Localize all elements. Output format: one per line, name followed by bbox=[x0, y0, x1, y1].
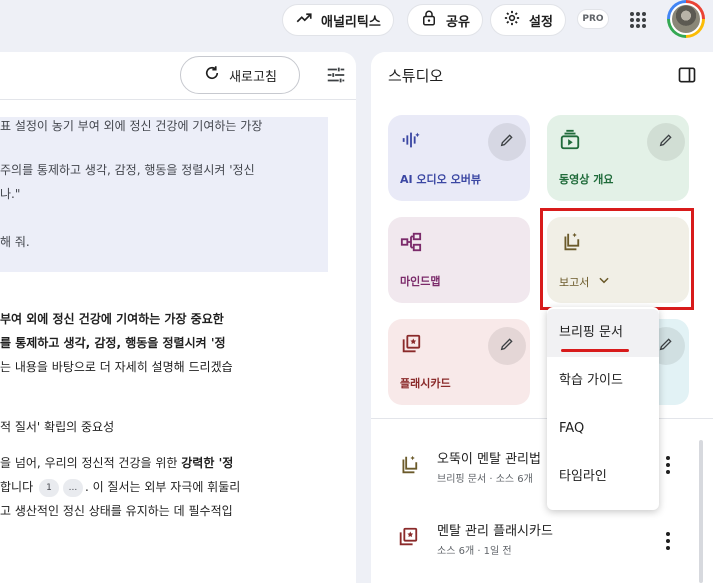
collapse-panel-icon[interactable] bbox=[677, 65, 697, 85]
answer-line: 는 내용을 바탕으로 더 자세히 설명해 드리겠습 bbox=[0, 360, 233, 374]
question-line: 나." bbox=[0, 187, 21, 201]
mindmap-label: 마인드맵 bbox=[400, 275, 441, 288]
chat-panel: 새로고침 표 설정이 농기 부여 외에 정신 건강에 기여하는 가장 주의를 통… bbox=[0, 52, 356, 583]
pencil-icon bbox=[658, 132, 674, 152]
video-overview-card[interactable]: 동영상 개요 bbox=[547, 115, 689, 201]
analytics-button[interactable]: 애널리틱스 bbox=[282, 4, 394, 36]
question-line: 표 설정이 농기 부여 외에 정신 건강에 기여하는 가장 bbox=[0, 119, 263, 133]
flashcards-label: 플래시카드 bbox=[400, 377, 451, 390]
answer-line: 를 통제하고 생각, 감정, 행동을 정렬시켜 '정 bbox=[0, 334, 226, 351]
avatar-photo bbox=[670, 3, 702, 35]
tune-icon[interactable] bbox=[325, 64, 347, 86]
citation-more-chip[interactable]: ... bbox=[62, 478, 83, 497]
audio-overview-card[interactable]: AI 오디오 오버뷰 bbox=[388, 115, 530, 201]
question-line: 해 줘. bbox=[0, 235, 30, 249]
scrollbar[interactable] bbox=[699, 440, 703, 583]
avatar[interactable] bbox=[667, 0, 705, 38]
refresh-label: 새로고침 bbox=[229, 69, 277, 85]
refresh-button[interactable]: 새로고침 bbox=[180, 56, 300, 94]
user-question-box: 표 설정이 농기 부여 외에 정신 건강에 기여하는 가장 주의를 통제하고 생… bbox=[0, 117, 328, 272]
report-type-menu: 브리핑 문서 학습 가이드 FAQ 타임라인 bbox=[547, 307, 659, 510]
menu-item-timeline[interactable]: 타임라인 bbox=[547, 453, 659, 501]
answer-text: 를 통제하고 생각, 감정, 행동을 정렬시켜 '정 bbox=[0, 336, 226, 350]
note-meta: 브리핑 문서 · 소스 6개 bbox=[437, 474, 533, 485]
pencil-icon bbox=[499, 132, 515, 152]
answer-line: 합니다 1.... 이 질서는 외부 자극에 휘둘리 bbox=[0, 478, 240, 497]
edit-button[interactable] bbox=[647, 123, 685, 161]
flashcards-icon bbox=[397, 526, 419, 548]
menu-item-study-guide[interactable]: 학습 가이드 bbox=[547, 357, 659, 405]
answer-text: . 이 질서는 외부 자극에 휘둘리 bbox=[84, 480, 241, 494]
answer-line: 부여 외에 정신 건강에 기여하는 가장 중요한 bbox=[0, 310, 224, 327]
pro-badge: PRO bbox=[577, 9, 609, 29]
lock-icon bbox=[420, 9, 438, 31]
answer-bold-text: 강력한 '정 bbox=[181, 456, 234, 470]
settings-label: 설정 bbox=[529, 14, 553, 30]
edit-button[interactable] bbox=[488, 123, 526, 161]
studio-panel: 스튜디오 AI 오디오 오버뷰 동영상 개요 마인드맵 보고서 플래시카드 오뚝… bbox=[371, 52, 713, 583]
top-bar: 애널리틱스 공유 설정 PRO bbox=[0, 0, 713, 42]
more-vert-icon[interactable] bbox=[659, 530, 677, 552]
settings-button[interactable]: 설정 bbox=[490, 4, 566, 36]
share-label: 공유 bbox=[446, 14, 470, 30]
mindmap-icon bbox=[400, 231, 422, 253]
more-vert-icon[interactable] bbox=[659, 454, 677, 476]
pencil-icon bbox=[658, 336, 674, 356]
note-item[interactable]: 멘탈 관리 플래시카드 소스 6개 · 1일 전 bbox=[391, 520, 691, 570]
question-line: 주의를 통제하고 생각, 감정, 행동을 정렬시켜 '정신 bbox=[0, 163, 255, 177]
edit-button[interactable] bbox=[488, 327, 526, 365]
gear-icon bbox=[503, 9, 521, 31]
flashcards-card[interactable]: 플래시카드 bbox=[388, 319, 530, 405]
note-title: 오뚝이 멘탈 관리법 bbox=[437, 452, 541, 467]
studio-title: 스튜디오 bbox=[388, 67, 444, 85]
answer-line: 고 생산적인 정신 상태를 유지하는 데 필수적입 bbox=[0, 504, 233, 518]
answer-text: 합니다 bbox=[0, 480, 37, 494]
audio-wave-icon bbox=[400, 129, 422, 151]
trending-up-icon bbox=[295, 9, 313, 31]
highlight-underline bbox=[561, 349, 629, 352]
answer-heading: 적 질서' 확립의 중요성 bbox=[0, 420, 115, 434]
report-icon bbox=[397, 454, 419, 476]
apps-grid-icon[interactable] bbox=[626, 8, 650, 32]
answer-text: 부여 외에 정신 건강에 기여하는 가장 중요한 bbox=[0, 312, 224, 326]
answer-line: 을 넘어, 우리의 정신적 건강을 위한 강력한 '정 bbox=[0, 454, 233, 471]
answer-text: 을 넘어, 우리의 정신적 건강을 위한 bbox=[0, 456, 182, 470]
mindmap-card[interactable]: 마인드맵 bbox=[388, 217, 530, 303]
highlight-box bbox=[540, 208, 694, 310]
flashcards-icon bbox=[400, 333, 422, 355]
note-meta: 소스 6개 · 1일 전 bbox=[437, 546, 512, 557]
audio-overview-label: AI 오디오 오버뷰 bbox=[400, 173, 481, 186]
video-overview-label: 동영상 개요 bbox=[559, 173, 614, 186]
share-button[interactable]: 공유 bbox=[407, 4, 483, 36]
divider bbox=[371, 418, 713, 419]
note-title: 멘탈 관리 플래시카드 bbox=[437, 524, 553, 539]
refresh-icon bbox=[203, 64, 221, 86]
chat-header: 새로고침 bbox=[0, 52, 356, 100]
menu-item-faq[interactable]: FAQ bbox=[547, 405, 659, 453]
video-icon bbox=[559, 129, 581, 151]
analytics-label: 애널리틱스 bbox=[321, 14, 381, 30]
pencil-icon bbox=[499, 336, 515, 356]
citation-chip[interactable]: 1 bbox=[38, 478, 59, 497]
